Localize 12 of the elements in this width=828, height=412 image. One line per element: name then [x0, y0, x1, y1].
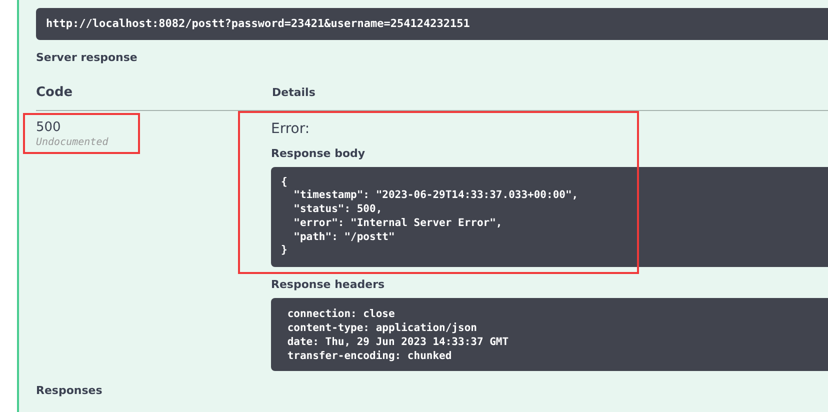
response-body-code: { "timestamp": "2023-06-29T14:33:37.033+00:00", "status": 500, "error": "Internal Server Error", "path": "/postt" }: [271, 166, 828, 268]
responses-title: Responses: [36, 382, 104, 399]
column-header: Details: [272, 84, 316, 100]
column-header: Code: [36, 84, 74, 102]
response-headers-label: Response headers: [271, 277, 386, 294]
request-url: http://localhost:8082/postt?password=23421&username=254124232151: [46, 16, 470, 32]
server-response-title: Server response: [36, 50, 138, 66]
status-code: 500: [36, 120, 62, 136]
status-note: Undocumented: [36, 136, 110, 150]
error-title: Error:: [271, 120, 311, 138]
response-headers-code: connection: close content-type: application/json date: Thu, 29 Jun 2023 14:33:37 GMT transfer-encoding: chunked: [271, 298, 828, 371]
response-body-label: Response body: [271, 146, 366, 162]
